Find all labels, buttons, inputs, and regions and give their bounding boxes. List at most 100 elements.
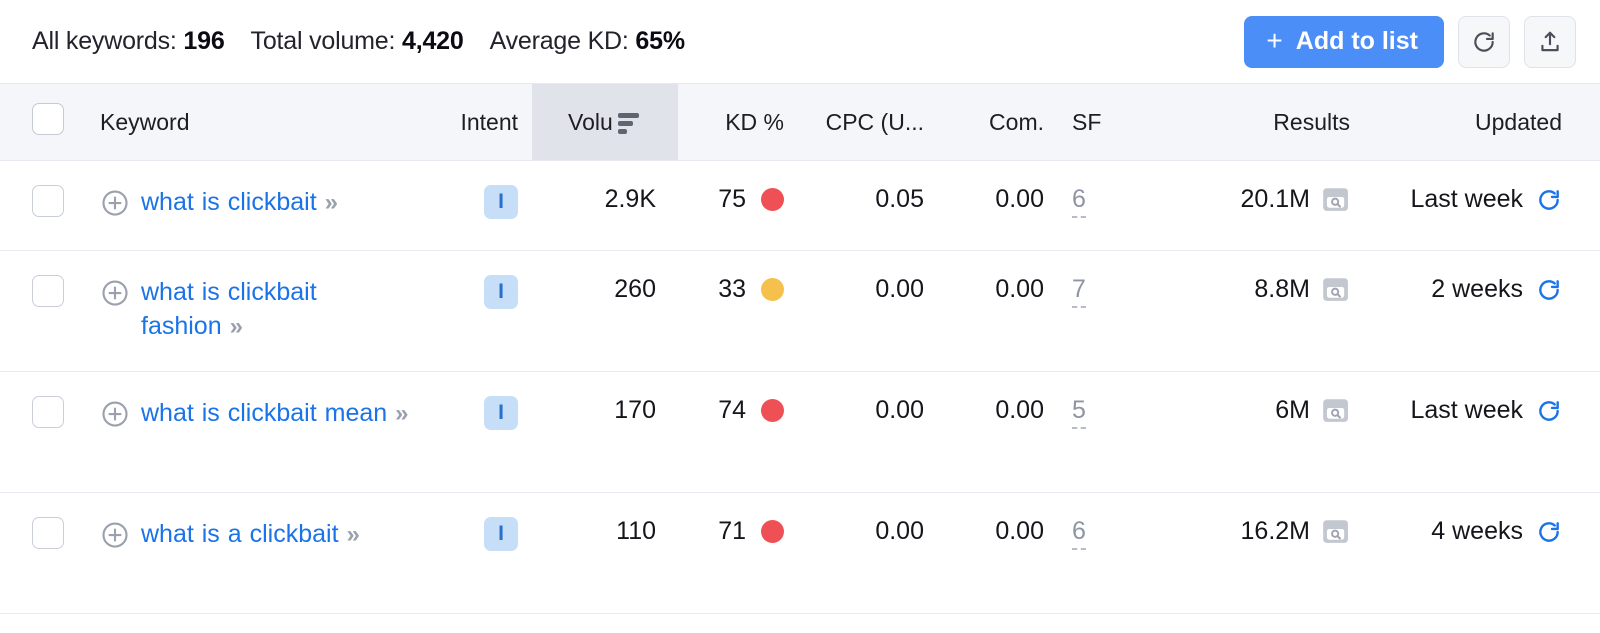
keyword-expand-icon[interactable]: » [395, 400, 405, 427]
keyword-text: what is a clickbait [141, 520, 339, 548]
results-value: 6M [1275, 396, 1310, 425]
results-wrap: 6M [1275, 396, 1350, 425]
table-row[interactable]: what is clickbait mean»I170740.000.0056M… [0, 372, 1600, 493]
header-results-label: Results [1273, 109, 1350, 135]
kd-cell: 74 [678, 372, 798, 493]
header-volume[interactable]: Volu [532, 84, 678, 161]
header-volume-label: Volu [568, 109, 613, 136]
results-cell: 8.8M [1118, 251, 1378, 372]
row-checkbox[interactable] [32, 396, 64, 428]
serp-preview-icon[interactable] [1322, 398, 1350, 424]
intent-cell: I [428, 251, 532, 372]
top-toolbar: All keywords: 196 Total volume: 4,420 Av… [0, 0, 1600, 83]
update-metrics-icon[interactable] [1536, 187, 1562, 213]
serp-preview-icon[interactable] [1322, 277, 1350, 303]
table-header-row: Keyword Intent Volu KD % CPC (U... Com. [0, 84, 1600, 161]
kd-difficulty-dot [761, 520, 784, 543]
updated-wrap: 4 weeks [1431, 517, 1562, 546]
com-cell: 0.00 [938, 493, 1058, 614]
results-wrap: 16.2M [1241, 517, 1350, 546]
stat-all-keywords: All keywords: 196 [32, 27, 225, 56]
intent-badge[interactable]: I [484, 517, 518, 551]
serp-preview-icon[interactable] [1322, 187, 1350, 213]
header-updated[interactable]: Updated [1378, 84, 1600, 161]
row-select-cell [0, 251, 88, 372]
header-sf[interactable]: SF [1058, 84, 1118, 161]
results-value: 16.2M [1241, 517, 1310, 546]
results-cell: 6M [1118, 372, 1378, 493]
keyword-text: what is clickbait mean [141, 399, 387, 427]
updated-cell: Last week [1378, 372, 1600, 493]
add-to-list-button[interactable]: + Add to list [1244, 16, 1444, 68]
header-results[interactable]: Results [1118, 84, 1378, 161]
updated-wrap: Last week [1410, 396, 1562, 425]
keyword-link[interactable]: what is clickbait mean » [141, 396, 406, 431]
update-metrics-icon[interactable] [1536, 277, 1562, 303]
header-cpc-label: CPC (U... [826, 109, 924, 135]
table-body: what is clickbait»I2.9K750.050.00620.1ML… [0, 161, 1600, 614]
sf-value[interactable]: 7 [1072, 275, 1086, 308]
kd-wrap: 75 [718, 185, 784, 214]
select-all-checkbox[interactable] [32, 103, 64, 135]
kd-difficulty-dot [761, 278, 784, 301]
table-row[interactable]: what is clickbait fashion»I260330.000.00… [0, 251, 1600, 372]
keyword-link[interactable]: what is clickbait» [141, 185, 335, 220]
intent-badge[interactable]: I [484, 396, 518, 430]
export-icon [1537, 29, 1563, 55]
header-keyword[interactable]: Keyword [88, 84, 428, 161]
updated-wrap: 2 weeks [1431, 275, 1562, 304]
kd-wrap: 71 [718, 517, 784, 546]
keyword-wrap: what is clickbait» [100, 185, 414, 225]
add-keyword-icon[interactable] [100, 278, 130, 315]
row-checkbox[interactable] [32, 517, 64, 549]
stat-all-keywords-value: 196 [183, 27, 224, 55]
stat-all-keywords-label: All keywords: [32, 27, 177, 55]
updated-value: 2 weeks [1431, 275, 1523, 304]
updated-cell: Last week [1378, 161, 1600, 251]
intent-badge[interactable]: I [484, 275, 518, 309]
header-com[interactable]: Com. [938, 84, 1058, 161]
keyword-link[interactable]: what is a clickbait » [141, 517, 357, 552]
stat-average-kd: Average KD: 65% [490, 27, 685, 56]
kd-value: 74 [718, 396, 746, 425]
row-checkbox[interactable] [32, 185, 64, 217]
refresh-button[interactable] [1458, 16, 1510, 68]
kd-value: 33 [718, 275, 746, 304]
add-keyword-icon[interactable] [100, 188, 130, 225]
keyword-expand-icon[interactable]: » [230, 313, 240, 340]
update-metrics-icon[interactable] [1536, 398, 1562, 424]
sf-cell: 7 [1058, 251, 1118, 372]
keyword-expand-icon[interactable]: » [325, 189, 335, 216]
export-button[interactable] [1524, 16, 1576, 68]
header-sf-label: SF [1072, 109, 1101, 135]
volume-cell: 110 [532, 493, 678, 614]
header-kd[interactable]: KD % [678, 84, 798, 161]
sf-value[interactable]: 6 [1072, 185, 1086, 218]
keyword-cell: what is clickbait fashion» [88, 251, 428, 372]
cpc-cell: 0.00 [798, 493, 938, 614]
add-keyword-icon[interactable] [100, 399, 130, 436]
header-cpc[interactable]: CPC (U... [798, 84, 938, 161]
sf-value[interactable]: 6 [1072, 517, 1086, 550]
row-select-cell [0, 372, 88, 493]
serp-preview-icon[interactable] [1322, 519, 1350, 545]
results-wrap: 20.1M [1241, 185, 1350, 214]
add-keyword-icon[interactable] [100, 520, 130, 557]
keyword-wrap: what is a clickbait » [100, 517, 414, 557]
intent-badge[interactable]: I [484, 185, 518, 219]
header-intent-label: Intent [460, 109, 518, 135]
sf-value[interactable]: 5 [1072, 396, 1086, 429]
results-value: 8.8M [1254, 275, 1310, 304]
row-checkbox[interactable] [32, 275, 64, 307]
keyword-text: what is clickbait fashion [141, 278, 317, 340]
keyword-link[interactable]: what is clickbait fashion» [141, 275, 414, 344]
results-cell: 16.2M [1118, 493, 1378, 614]
table-row[interactable]: what is a clickbait » I 110 71 0.000.00 6 16.2M… [0, 493, 1600, 614]
update-metrics-icon[interactable] [1536, 519, 1562, 545]
stat-total-volume-value: 4,420 [402, 27, 464, 55]
header-intent[interactable]: Intent [428, 84, 532, 161]
keyword-expand-icon[interactable]: » [347, 521, 357, 548]
table-row[interactable]: what is clickbait»I2.9K750.050.00620.1ML… [0, 161, 1600, 251]
keyword-cell: what is a clickbait » [88, 493, 428, 614]
table-header: Keyword Intent Volu KD % CPC (U... Com. [0, 84, 1600, 161]
